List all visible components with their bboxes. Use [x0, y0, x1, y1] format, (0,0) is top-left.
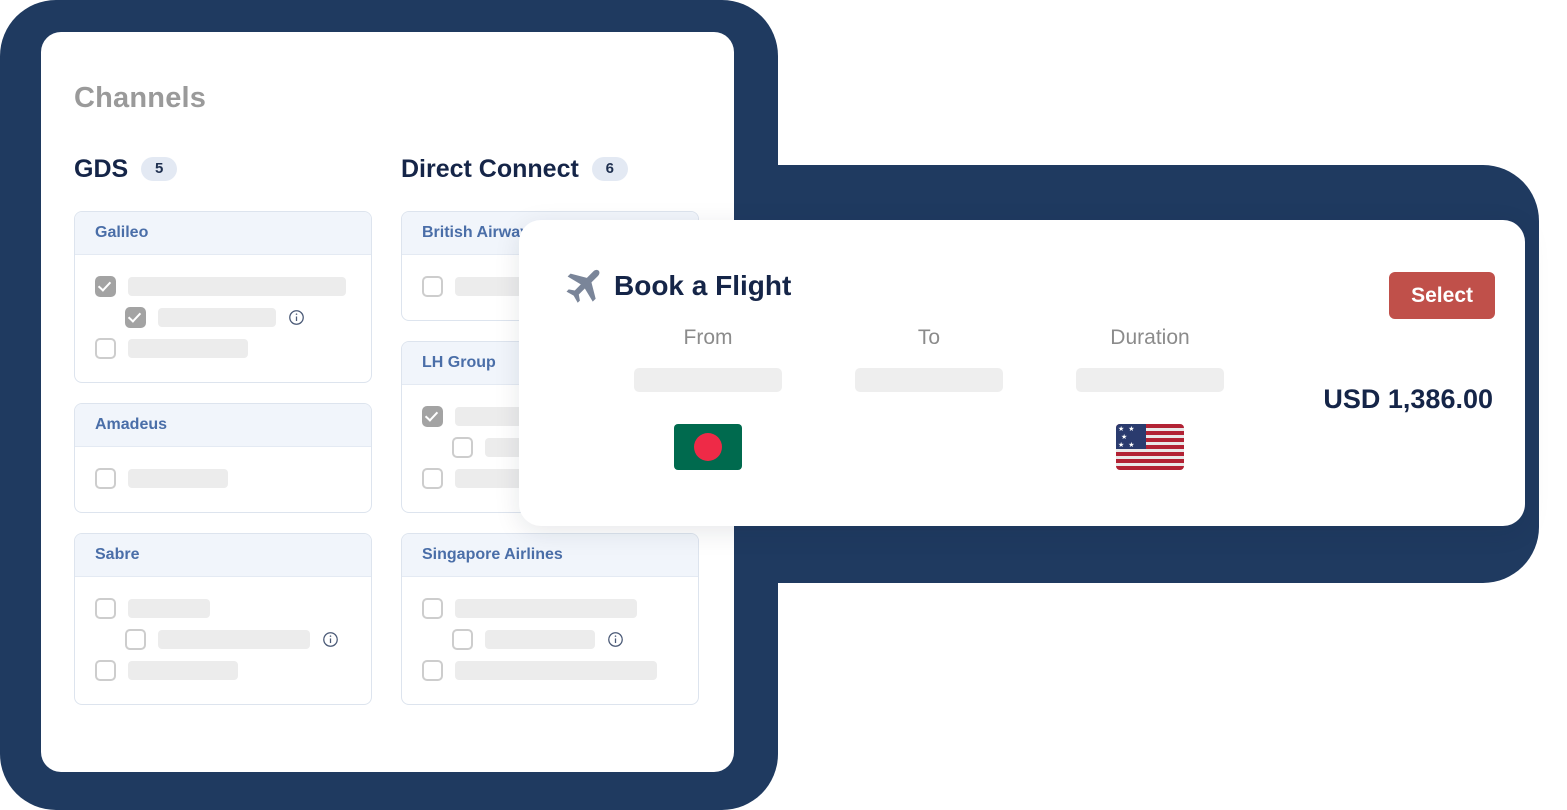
info-icon[interactable]	[607, 631, 624, 648]
checkbox-unchecked[interactable]	[95, 468, 116, 489]
option-label-placeholder	[455, 599, 637, 618]
field-label-to: To	[917, 326, 941, 349]
field-value-from[interactable]	[634, 368, 782, 392]
bangladesh-flag	[674, 424, 742, 470]
checkbox-unchecked[interactable]	[125, 629, 146, 650]
field-to: To	[836, 326, 1022, 392]
option-row	[75, 593, 371, 624]
option-row	[75, 655, 371, 686]
option-label-placeholder	[128, 661, 238, 680]
provider-card: Amadeus	[74, 403, 372, 513]
flight-price: USD 1,386.00	[1323, 384, 1493, 414]
field-value-to[interactable]	[855, 368, 1003, 392]
provider-card-title: Amadeus	[75, 404, 371, 447]
option-row	[75, 463, 371, 494]
column-count-badge-direct-connect: 6	[591, 156, 628, 182]
column-header-gds: GDS 5	[74, 152, 374, 186]
provider-card: Galileo	[74, 211, 372, 383]
option-label-placeholder	[128, 599, 210, 618]
field-label-duration: Duration	[1110, 326, 1190, 349]
field-label-from: From	[683, 326, 733, 349]
checkbox-unchecked[interactable]	[95, 660, 116, 681]
airplane-icon	[559, 265, 603, 309]
checkbox-unchecked[interactable]	[452, 437, 473, 458]
option-label-placeholder	[128, 277, 346, 296]
provider-card-body	[75, 577, 371, 704]
column-title-direct-connect: Direct Connect	[401, 154, 579, 183]
option-row	[75, 302, 371, 333]
provider-card-body	[75, 447, 371, 512]
column-title-gds: GDS	[74, 154, 129, 183]
flight-card-title: Book a Flight	[614, 270, 792, 301]
united-states-flag: ★ ★ ★ ★ ★	[1116, 424, 1184, 470]
provider-card-title: Singapore Airlines	[402, 534, 698, 577]
option-label-placeholder	[158, 308, 276, 327]
origin-flag-slot	[615, 424, 801, 470]
option-row	[75, 333, 371, 364]
option-row	[75, 624, 371, 655]
checkbox-checked[interactable]	[422, 406, 443, 427]
checkbox-unchecked[interactable]	[422, 660, 443, 681]
provider-card-title: Sabre	[75, 534, 371, 577]
checkbox-checked[interactable]	[95, 276, 116, 297]
info-icon[interactable]	[288, 309, 305, 326]
provider-card: Sabre	[74, 533, 372, 705]
option-label-placeholder	[485, 630, 595, 649]
provider-card: Singapore Airlines	[401, 533, 699, 705]
page-title: Channels	[74, 82, 207, 114]
select-button[interactable]: Select	[1389, 272, 1495, 319]
destination-flag-slot: ★ ★ ★ ★ ★	[1057, 424, 1243, 470]
field-duration: Duration	[1057, 326, 1243, 392]
checkbox-unchecked[interactable]	[422, 468, 443, 489]
option-row	[75, 271, 371, 302]
provider-card-body	[402, 577, 698, 704]
checkbox-unchecked[interactable]	[95, 598, 116, 619]
info-icon[interactable]	[322, 631, 339, 648]
column-header-direct-connect: Direct Connect 6	[401, 152, 701, 186]
checkbox-unchecked[interactable]	[452, 629, 473, 650]
option-label-placeholder	[455, 661, 657, 680]
option-label-placeholder	[128, 339, 248, 358]
provider-card-title: Galileo	[75, 212, 371, 255]
flag-canton: ★ ★ ★ ★ ★	[1116, 424, 1146, 449]
checkbox-unchecked[interactable]	[422, 276, 443, 297]
provider-card-body	[75, 255, 371, 382]
field-value-duration[interactable]	[1076, 368, 1224, 392]
option-row	[402, 593, 698, 624]
column-count-badge-gds: 5	[141, 156, 178, 182]
book-a-flight-card: Book a Flight Select From To Duration ★ …	[519, 220, 1525, 526]
option-label-placeholder	[158, 630, 310, 649]
checkbox-checked[interactable]	[125, 307, 146, 328]
channel-column-gds: GDS 5 Galileo Amadeus Sabre	[74, 152, 374, 725]
checkbox-unchecked[interactable]	[422, 598, 443, 619]
field-from: From	[615, 326, 801, 392]
option-row	[402, 624, 698, 655]
option-row	[402, 655, 698, 686]
option-label-placeholder	[128, 469, 228, 488]
checkbox-unchecked[interactable]	[95, 338, 116, 359]
